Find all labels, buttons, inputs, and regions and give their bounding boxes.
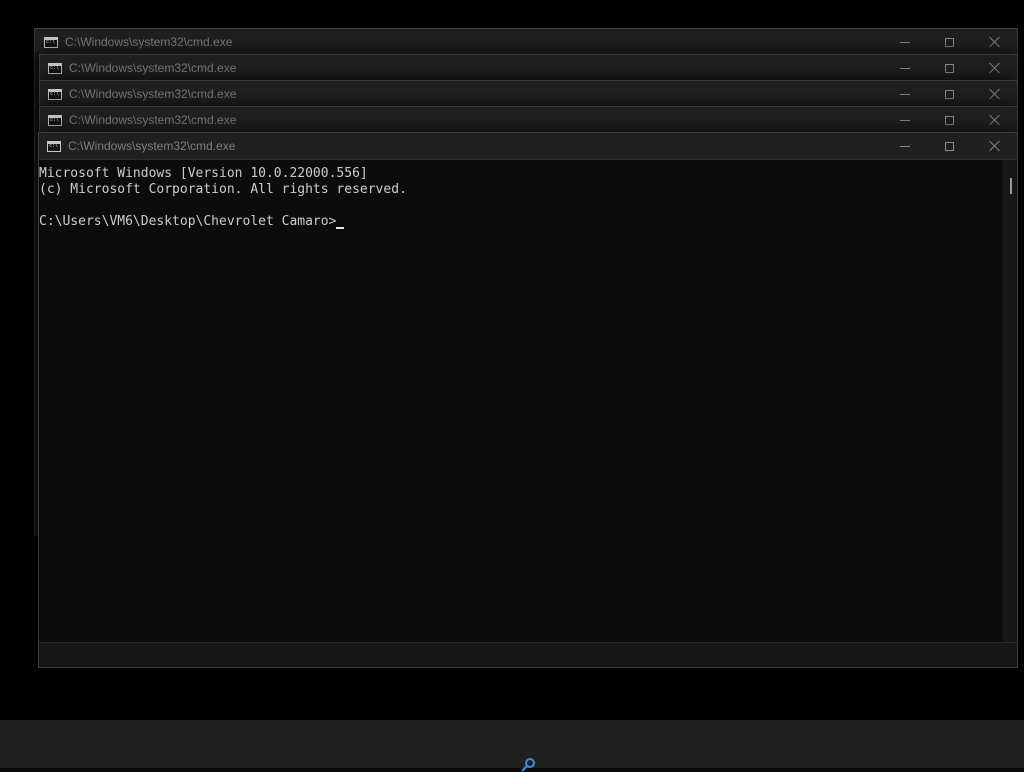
scrollbar-thumb[interactable] <box>1010 178 1012 194</box>
minimize-button[interactable] <box>882 55 927 81</box>
cmd-icon <box>48 114 62 126</box>
command-prompt: C:\Users\VM6\Desktop\Chevrolet Camaro> <box>39 214 337 229</box>
maximize-button[interactable] <box>927 107 972 133</box>
cmd-icon <box>48 62 62 74</box>
cmd-window-active[interactable]: C:\Windows\system32\cmd.exe Microsoft Wi… <box>38 132 1018 668</box>
cmd-icon <box>48 88 62 100</box>
text-cursor <box>336 227 345 229</box>
titlebar[interactable]: C:\Windows\system32\cmd.exe <box>39 133 1017 160</box>
maximize-button[interactable] <box>927 81 972 107</box>
titlebar[interactable]: C:\Windows\system32\cmd.exe <box>40 81 1017 108</box>
minimize-button[interactable] <box>882 107 927 133</box>
minimize-button[interactable] <box>882 133 927 159</box>
close-icon <box>989 36 1001 48</box>
console-prompt-line[interactable]: C:\Users\VM6\Desktop\Chevrolet Camaro> <box>39 214 1003 230</box>
close-icon <box>989 88 1001 100</box>
taskbar <box>0 720 1024 768</box>
window-title: C:\Windows\system32\cmd.exe <box>65 35 233 49</box>
cmd-icon <box>44 36 58 48</box>
close-button[interactable] <box>972 107 1017 133</box>
minimize-button[interactable] <box>882 29 927 55</box>
vertical-scrollbar[interactable] <box>1003 160 1017 643</box>
minimize-icon <box>899 145 910 147</box>
minimize-icon <box>899 41 910 43</box>
console-line-copyright: (c) Microsoft Corporation. All rights re… <box>39 182 407 197</box>
maximize-icon <box>945 63 954 73</box>
cmd-window-4[interactable]: C:\Windows\system32\cmd.exe <box>39 106 1018 134</box>
minimize-button[interactable] <box>882 81 927 107</box>
console-output[interactable]: Microsoft Windows [Version 10.0.22000.55… <box>39 160 1003 643</box>
console-line-version: Microsoft Windows [Version 10.0.22000.55… <box>39 166 368 181</box>
window-title: C:\Windows\system32\cmd.exe <box>69 113 237 127</box>
titlebar[interactable]: C:\Windows\system32\cmd.exe <box>40 107 1017 134</box>
maximize-icon <box>945 115 954 125</box>
close-icon <box>989 62 1001 74</box>
minimize-icon <box>899 67 910 69</box>
minimize-icon <box>899 119 910 121</box>
maximize-icon <box>945 37 954 47</box>
cmd-window-2[interactable]: C:\Windows\system32\cmd.exe <box>39 54 1018 82</box>
minimize-icon <box>899 93 910 95</box>
horizontal-scrollbar[interactable] <box>39 642 1017 667</box>
maximize-button[interactable] <box>927 55 972 81</box>
maximize-button[interactable] <box>927 29 972 55</box>
titlebar[interactable]: C:\Windows\system32\cmd.exe <box>40 55 1017 82</box>
window-title: C:\Windows\system32\cmd.exe <box>69 87 237 101</box>
close-button[interactable] <box>972 81 1017 107</box>
close-icon <box>989 114 1001 126</box>
cmd-window-1[interactable]: C:\Windows\system32\cmd.exe <box>34 28 1018 56</box>
cmd-icon <box>47 140 61 152</box>
maximize-icon <box>945 141 954 151</box>
window-title: C:\Windows\system32\cmd.exe <box>68 139 236 153</box>
titlebar[interactable]: C:\Windows\system32\cmd.exe <box>35 29 1017 56</box>
close-button[interactable] <box>972 29 1017 55</box>
close-button[interactable] <box>972 133 1017 159</box>
cmd-window-3[interactable]: C:\Windows\system32\cmd.exe <box>39 80 1018 108</box>
window-title: C:\Windows\system32\cmd.exe <box>69 61 237 75</box>
search-icon[interactable] <box>521 758 535 772</box>
maximize-icon <box>945 89 954 99</box>
maximize-button[interactable] <box>927 133 972 159</box>
close-icon <box>989 140 1001 152</box>
close-button[interactable] <box>972 55 1017 81</box>
